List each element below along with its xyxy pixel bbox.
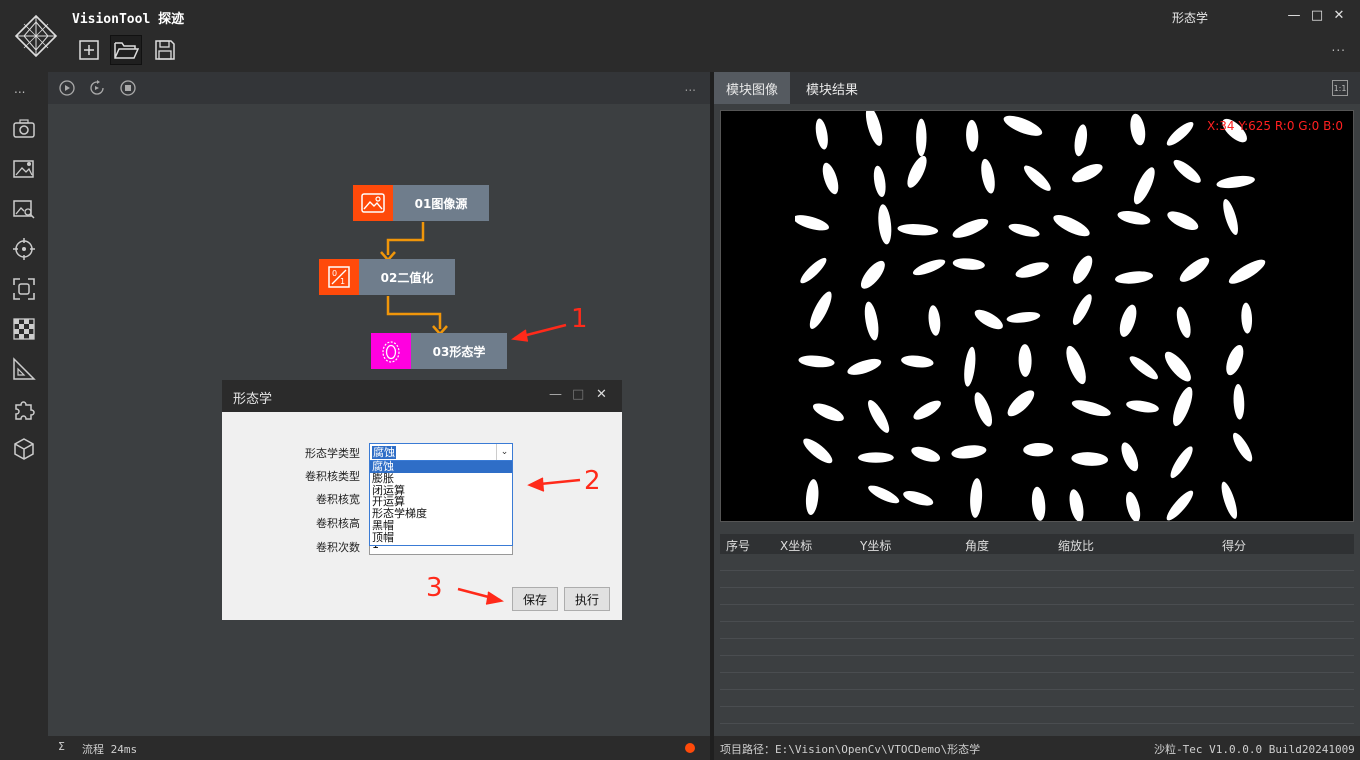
annotation-label: 3 [426, 573, 443, 603]
annotation-arrows [457, 323, 581, 605]
annotation-label: 2 [584, 466, 601, 496]
annotation-label: 1 [571, 304, 588, 334]
